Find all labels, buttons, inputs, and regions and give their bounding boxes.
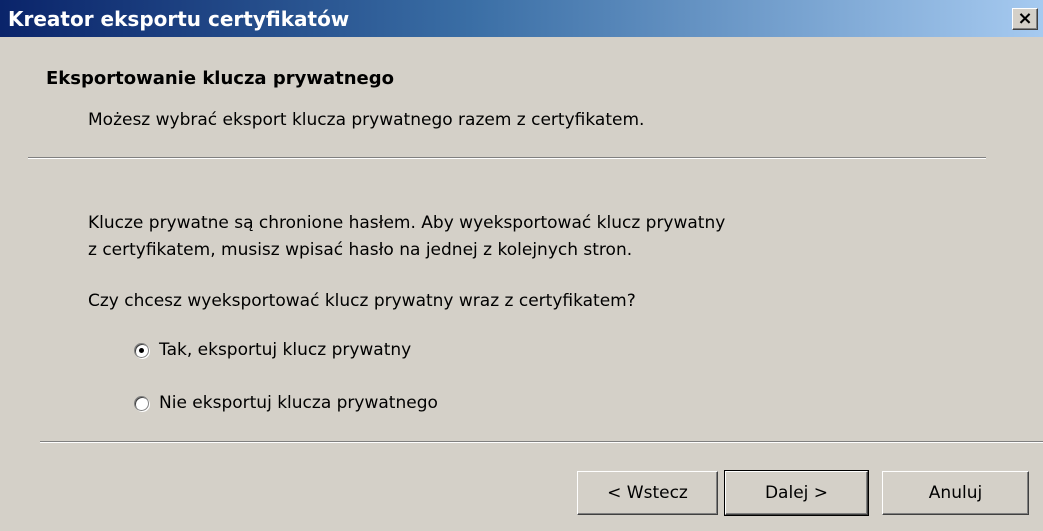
- radio-unchecked-icon[interactable]: [134, 395, 149, 411]
- info-text-line-2: z certyfikatem, musisz wpisać hasło na j…: [88, 240, 633, 260]
- radio-checked-icon[interactable]: [134, 342, 149, 358]
- radio-label-yes[interactable]: Tak, eksportuj klucz prywatny: [159, 340, 411, 360]
- footer-divider: [40, 441, 1043, 443]
- info-text-line-1: Klucze prywatne są chronione hasłem. Aby…: [88, 213, 726, 233]
- header-divider: [28, 157, 986, 159]
- radio-label-no[interactable]: Nie eksportuj klucza prywatnego: [159, 393, 438, 413]
- close-button[interactable]: ×: [1012, 8, 1038, 30]
- page-subtitle: Możesz wybrać eksport klucza prywatnego …: [88, 110, 645, 130]
- question-text: Czy chcesz wyeksportować klucz prywatny …: [88, 291, 636, 311]
- page-title: Eksportowanie klucza prywatnego: [46, 68, 394, 89]
- radio-export-private-key[interactable]: Tak, eksportuj klucz prywatny: [134, 339, 411, 361]
- title-bar: Kreator eksportu certyfikatów ×: [0, 0, 1043, 37]
- close-icon: ×: [1017, 8, 1033, 29]
- radio-no-export-private-key[interactable]: Nie eksportuj klucza prywatnego: [134, 392, 438, 414]
- cancel-button[interactable]: Anuluj: [882, 471, 1029, 515]
- back-button[interactable]: < Wstecz: [577, 471, 718, 515]
- window-title: Kreator eksportu certyfikatów: [8, 7, 350, 31]
- next-button[interactable]: Dalej >: [724, 470, 869, 516]
